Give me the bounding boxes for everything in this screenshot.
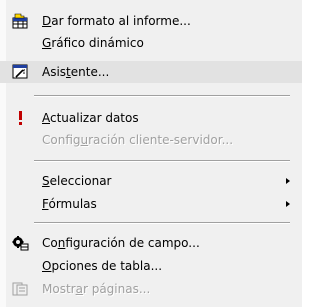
menu-item-show-pages[interactable]: Mostrar páginas... [0,278,302,300]
wizard-icon [12,64,29,80]
menu-item-table-options[interactable]: Opciones de tabla... [0,255,302,277]
menu-item-refresh-data[interactable]: Actualizar datos [0,107,302,129]
menu-separator [34,160,290,162]
refresh-exclamation-icon [12,110,29,126]
context-menu: Dar formato al informe... Gráfico dinámi… [0,0,302,307]
menu-item-formulas[interactable]: Fórmulas [0,193,302,215]
mnemonic: S [42,174,50,188]
field-settings-icon [12,235,29,251]
menu-separator [34,95,290,97]
mnemonic: a [75,282,83,296]
menu-item-select[interactable]: Seleccionar [0,170,302,192]
show-pages-icon [12,281,29,297]
mnemonic: u [80,133,89,147]
menu-item-client-server-settings[interactable]: Configuración cliente-servidor... [0,129,302,151]
submenu-arrow-icon [286,201,290,207]
format-report-icon [12,13,29,29]
mnemonic: A [42,111,50,125]
menu-item-wizard[interactable]: Asistente... [0,61,302,83]
mnemonic: D [42,14,52,28]
menu-separator [34,222,290,224]
menu-item-pivot-chart[interactable]: Gráfico dinámico [0,32,302,54]
menu-item-field-settings[interactable]: Configuración de campo... [0,232,302,254]
menu-item-format-report[interactable]: Dar formato al informe... [0,10,302,32]
mnemonic: G [42,36,52,50]
submenu-arrow-icon [286,178,290,184]
